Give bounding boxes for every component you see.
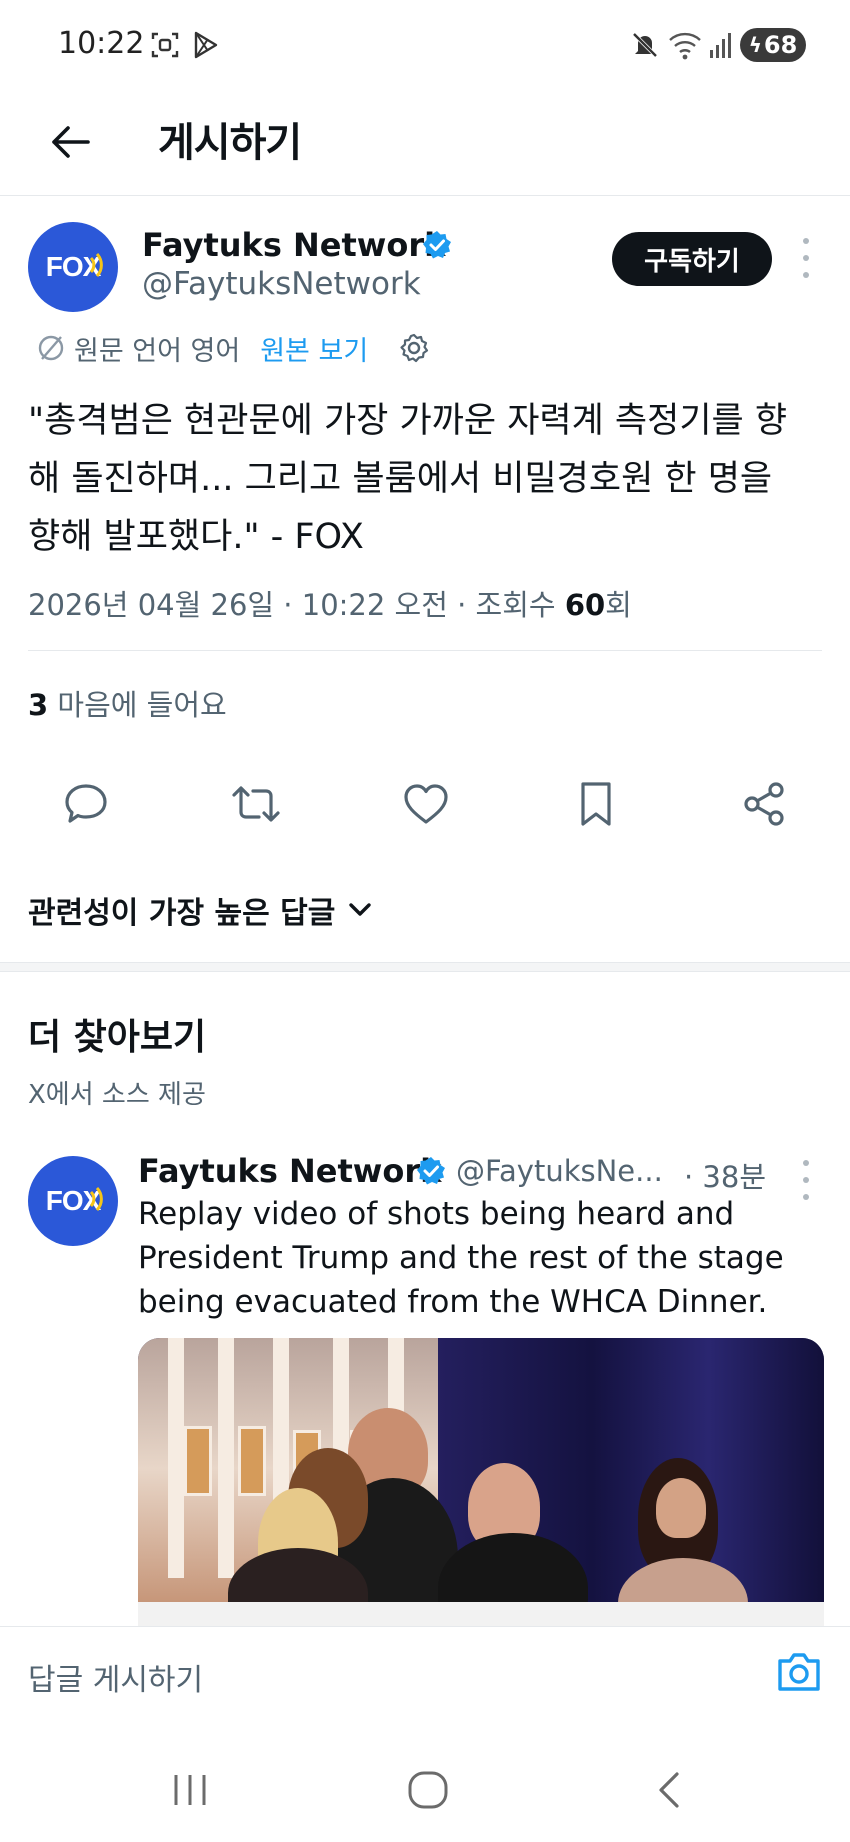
battery-level: 68	[763, 31, 798, 59]
recommended-author-name[interactable]: Faytuks Network	[138, 1152, 441, 1190]
reply-composer: 답글 게시하기	[0, 1626, 850, 1725]
recommended-avatar[interactable]: FOX	[28, 1156, 118, 1246]
reply-button[interactable]	[58, 776, 114, 832]
likes-label: 마음에 들어요	[48, 688, 227, 722]
back-button[interactable]	[40, 112, 100, 172]
translation-info: 원문 언어 영어	[74, 335, 241, 367]
play-store-icon	[194, 31, 218, 59]
pillar	[218, 1338, 234, 1578]
person	[656, 1478, 706, 1538]
window	[238, 1426, 266, 1496]
system-nav-bar	[0, 1724, 850, 1842]
screenshot-icon	[151, 32, 179, 58]
mute-icon	[632, 32, 658, 58]
view-count: 60	[564, 588, 606, 622]
repost-icon	[232, 786, 280, 822]
app-header: 게시하기	[0, 90, 850, 196]
camera-icon[interactable]	[774, 1647, 824, 1697]
recent-apps-button[interactable]	[160, 1760, 220, 1820]
video-thumbnail[interactable]	[138, 1338, 824, 1628]
bookmark-icon	[581, 782, 611, 826]
recommended-time: · 38분	[684, 1160, 767, 1194]
home-icon	[408, 1771, 448, 1809]
recommended-handle[interactable]: @FaytuksNe...	[456, 1154, 663, 1188]
more-options-icon[interactable]	[796, 238, 816, 278]
wifi-icon	[669, 32, 701, 60]
signal-waves-icon	[89, 1186, 103, 1212]
section-divider	[0, 962, 850, 972]
chevron-down-icon	[349, 903, 372, 916]
status-time: 10:22	[58, 26, 145, 61]
back-nav-button[interactable]	[638, 1760, 698, 1820]
bookmark-button[interactable]	[568, 776, 624, 832]
verified-badge-icon	[423, 231, 451, 259]
discover-subtitle: X에서 소스 제공	[28, 1080, 206, 1110]
recommended-text: Replay video of shots being heard and Pr…	[138, 1196, 784, 1320]
home-button[interactable]	[398, 1760, 458, 1820]
subscribe-button[interactable]: 구독하기	[612, 232, 772, 286]
recent-apps-icon	[174, 1775, 206, 1805]
comment-icon	[65, 784, 107, 823]
like-button[interactable]	[398, 776, 454, 832]
heart-icon	[404, 784, 448, 824]
share-button[interactable]	[736, 776, 792, 832]
status-bar: 10:22 ϟ 68	[0, 0, 850, 90]
battery-icon: ϟ 68	[740, 28, 806, 62]
pillar	[168, 1338, 184, 1578]
page-title: 게시하기	[158, 120, 302, 166]
table	[138, 1602, 824, 1628]
signal-icon	[710, 33, 731, 58]
repost-button[interactable]	[228, 776, 284, 832]
author-name[interactable]: Faytuks Network	[142, 226, 445, 264]
chevron-left-icon	[659, 1772, 679, 1808]
author-handle[interactable]: @FaytuksNetwork	[142, 266, 421, 302]
translate-off-icon	[38, 335, 64, 361]
verified-badge-icon	[417, 1157, 445, 1185]
view-suffix: 회	[605, 588, 632, 622]
share-icon	[744, 782, 784, 826]
translation-row: 원문 언어 영어 원본 보기	[36, 328, 430, 368]
likes-count[interactable]: 3 마음에 들어요	[28, 682, 227, 724]
post-text: "총격범은 현관문에 가장 가까운 자력계 측정기를 향해 돌진하며... 그리…	[28, 401, 788, 557]
window	[184, 1426, 212, 1496]
post-meta: 2026년 04월 26일 · 10:22 오전 · 조회수 60회	[28, 582, 632, 624]
discover-title: 더 찾아보기	[28, 1017, 207, 1058]
arrow-left-icon	[52, 126, 90, 158]
divider	[28, 650, 822, 651]
likes-number: 3	[28, 688, 49, 722]
reply-sort-label: 관련성이 가장 높은 답글	[28, 896, 336, 931]
avatar[interactable]: FOX	[28, 222, 118, 312]
gear-icon[interactable]	[398, 332, 430, 364]
view-original-link[interactable]: 원본 보기	[260, 329, 368, 368]
signal-waves-icon	[89, 252, 103, 278]
post-date: 2026년 04월 26일 · 10:22 오전 · 조회수	[28, 588, 565, 622]
reply-input[interactable]: 답글 게시하기	[28, 1655, 203, 1699]
reply-sort-dropdown[interactable]: 관련성이 가장 높은 답글	[28, 888, 373, 932]
